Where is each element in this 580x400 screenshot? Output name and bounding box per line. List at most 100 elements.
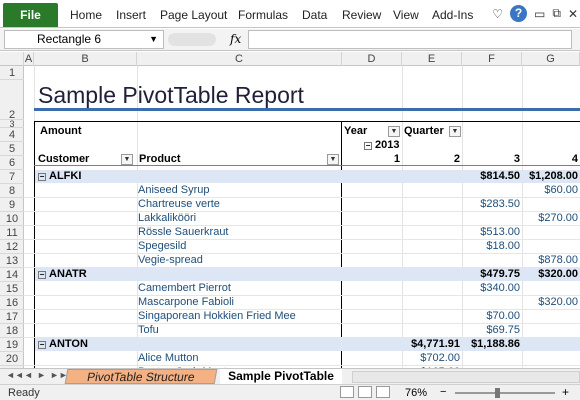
name-box[interactable]: Rectangle 6 ▼ [4,30,164,49]
row-header[interactable]: 14 [0,268,24,282]
restore-icon[interactable]: ⧉ [552,6,561,21]
year-filter-button[interactable]: ▼ [388,126,400,137]
formula-bar-divider[interactable] [168,33,216,46]
amount-cell[interactable]: $1,188.86 [462,338,520,350]
next-sheet-icon[interactable]: ► [37,370,46,380]
row-header[interactable]: 1 [0,66,24,80]
customer-cell[interactable]: − ANTON [38,338,88,350]
horizontal-scrollbar[interactable] [352,371,580,383]
help-icon[interactable]: ? [510,5,528,22]
product-cell[interactable]: Alice Mutton [138,352,199,364]
row-header[interactable]: 8 [0,184,24,198]
amount-cell[interactable]: $60.00 [522,184,578,196]
chevron-down-icon[interactable]: ▼ [149,31,158,48]
page-layout-view-button[interactable] [358,386,372,398]
close-icon[interactable]: ✕ [568,7,578,21]
collapse-icon[interactable]: − [38,341,46,349]
product-cell[interactable]: Rössle Sauerkraut [138,226,229,238]
row-header[interactable]: 19 [0,338,24,352]
sheet-tab-pivottable-structure[interactable]: PivotTable Structure [64,369,218,384]
row-header[interactable]: 5 [0,142,24,156]
row-header[interactable]: 10 [0,212,24,226]
pivot-year-value[interactable]: −2013 [364,139,399,151]
customer-cell[interactable]: − ALFKI [38,170,81,182]
amount-cell[interactable]: $479.75 [462,268,520,280]
row-header[interactable]: 4 [0,128,24,142]
insert-function-icon[interactable]: fx [230,32,241,46]
quarter-filter-button[interactable]: ▼ [449,126,461,137]
tab-formulas[interactable]: Formulas [238,8,288,22]
select-all-corner[interactable] [0,52,24,66]
product-cell[interactable]: Vegie-spread [138,254,203,266]
customer-cell[interactable]: − ANATR [38,268,87,280]
column-header-d[interactable]: D [342,52,402,66]
row-header[interactable]: 13 [0,254,24,268]
row-header[interactable]: 17 [0,310,24,324]
amount-cell[interactable]: $1,208.00 [522,170,578,182]
amount-cell[interactable]: $270.00 [522,212,578,224]
tab-review[interactable]: Review [342,8,381,22]
pivot-amount-label[interactable]: Amount [40,125,82,137]
tab-insert[interactable]: Insert [116,8,146,22]
row-header[interactable]: 11 [0,226,24,240]
amount-cell[interactable]: $320.00 [522,268,578,280]
first-sheet-icon[interactable]: ◄◄ [6,370,24,380]
product-cell[interactable]: Camembert Pierrot [138,282,231,294]
product-cell[interactable]: Singaporean Hokkien Fried Mee [138,310,296,322]
zoom-in-icon[interactable]: + [562,385,569,399]
tab-page-layout[interactable]: Page Layout [160,8,227,22]
amount-cell[interactable]: $283.50 [462,198,520,210]
amount-cell[interactable]: $340.00 [462,282,520,294]
pivot-customer-label[interactable]: Customer [38,153,89,165]
row-header[interactable]: 12 [0,240,24,254]
zoom-out-icon[interactable]: − [440,386,446,398]
product-cell[interactable]: Chartreuse verte [138,198,220,210]
amount-cell[interactable]: $320.00 [522,296,578,308]
product-cell[interactable]: Aniseed Syrup [138,184,210,196]
row-header[interactable]: 18 [0,324,24,338]
amount-cell[interactable]: $513.00 [462,226,520,238]
product-cell[interactable]: Mascarpone Fabioli [138,296,234,308]
tab-view[interactable]: View [393,8,419,22]
column-header-g[interactable]: G [522,52,580,66]
row-header[interactable]: 6 [0,156,24,170]
minimize-icon[interactable]: ▭ [534,7,545,21]
zoom-slider-thumb[interactable] [495,388,500,398]
column-header-c[interactable]: C [137,52,342,66]
row-header[interactable]: 2 [0,80,24,121]
file-tab[interactable]: File [3,3,58,27]
collapse-icon[interactable]: − [38,271,46,279]
column-header-f[interactable]: F [462,52,522,66]
row-header[interactable]: 20 [0,352,24,366]
column-header-b[interactable]: B [34,52,137,66]
amount-cell[interactable]: $878.00 [522,254,578,266]
amount-cell[interactable]: $4,771.91 [402,338,460,350]
tab-add-ins[interactable]: Add-Ins [432,8,473,22]
column-header-a[interactable]: A [24,52,34,66]
row-header[interactable]: 16 [0,296,24,310]
formula-input[interactable] [248,30,572,49]
report-title[interactable]: Sample PivotTable Report [38,82,304,109]
amount-cell[interactable]: $18.00 [462,240,520,252]
row-header[interactable]: 15 [0,282,24,296]
sheet-tab-sample-pivottable[interactable]: Sample PivotTable [220,369,342,384]
zoom-level[interactable]: 76% [405,387,427,399]
worksheet-grid[interactable]: A B C D E F G 1 2 3 4 5 6 7 8 9 10 11 12… [0,52,580,368]
amount-cell[interactable]: $814.50 [462,170,520,182]
pivot-product-label[interactable]: Product [139,153,181,165]
product-cell[interactable]: Lakkalikööri [138,212,196,224]
quarter-header[interactable]: 3 [462,153,520,165]
quarter-header[interactable]: 1 [342,153,400,165]
row-header[interactable]: 9 [0,198,24,212]
tab-data[interactable]: Data [302,8,327,22]
quarter-header[interactable]: 2 [402,153,460,165]
product-cell[interactable]: Tofu [138,324,159,336]
pivot-year-label[interactable]: Year [344,125,367,137]
column-header-e[interactable]: E [402,52,462,66]
zoom-slider[interactable] [455,392,555,394]
amount-cell[interactable]: $69.75 [462,324,520,336]
amount-cell[interactable]: $70.00 [462,310,520,322]
prev-sheet-icon[interactable]: ◄ [24,370,33,380]
collapse-icon[interactable]: − [364,142,372,150]
row-header[interactable]: 7 [0,170,24,184]
